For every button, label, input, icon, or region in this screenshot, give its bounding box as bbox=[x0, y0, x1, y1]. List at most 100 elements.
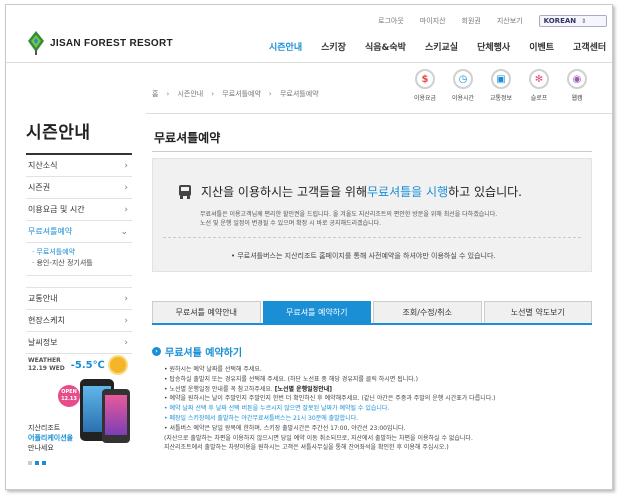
tab-route-map[interactable]: 노선별 약도보기 bbox=[483, 301, 592, 323]
webcam-icon: ◉ bbox=[567, 69, 587, 89]
side-submenu: · 무료셔틀예약 · 용인-지산 정기셔틀 bbox=[26, 243, 132, 276]
side-spacer bbox=[26, 276, 132, 288]
breadcrumb-current: 무료셔틀예약 bbox=[279, 90, 319, 98]
chevron-down-icon: ⇕ bbox=[581, 17, 587, 25]
membership-link[interactable]: 회원권 bbox=[462, 16, 481, 26]
main-nav: 시즌안내 스키장 식음&숙박 스키교실 단체행사 이벤트 고객센터 bbox=[269, 40, 612, 53]
nav-support[interactable]: 고객센터 bbox=[573, 40, 606, 53]
side-item-label: 지산소식 bbox=[28, 161, 58, 170]
notice-text: 무료셔틀은 이용고객님께 편리한 할인권을 드립니다. 올 겨울도 지산리조트의… bbox=[200, 211, 498, 218]
promo-text: 어플리케이션을 bbox=[28, 434, 74, 442]
instruction-list: • 원하시는 예약 날짜를 선택해 주세요. • 탑승하실 출발지 또는 경유지… bbox=[164, 365, 594, 453]
section-title: › 무료셔틀 예약하기 bbox=[152, 344, 242, 359]
pager-dot[interactable] bbox=[35, 461, 39, 465]
chevron-right-icon: › bbox=[124, 337, 128, 348]
side-item-fee-time[interactable]: 이용요금 및 시간 › bbox=[26, 199, 132, 221]
nav-group[interactable]: 단체행사 bbox=[477, 40, 510, 53]
notice-headline-end: 하고 있습니다. bbox=[448, 185, 522, 199]
quick-menu: $ 이용요금 ◷ 이용시간 ▣ 교통정보 ✻ 슬로프 ◉ 웹캠 bbox=[406, 69, 596, 102]
promo-text: 만나세요 bbox=[28, 444, 54, 452]
chevron-right-icon: › bbox=[124, 160, 128, 171]
snowflake-icon: ✻ bbox=[529, 69, 549, 89]
side-item-label: 날씨정보 bbox=[28, 338, 58, 347]
quick-fee[interactable]: $ 이용요금 bbox=[406, 69, 444, 102]
breadcrumb: 홈 › 시즌안내 › 무료셔틀예약 › 무료셔틀예약 bbox=[152, 90, 319, 98]
side-item-season-pass[interactable]: 시즌권 › bbox=[26, 177, 132, 199]
open-badge: OPEN 12.13 bbox=[58, 385, 80, 407]
section-title-text: 무료셔틀 예약하기 bbox=[165, 348, 243, 359]
quick-label: 슬로프 bbox=[530, 95, 548, 102]
won-icon: $ bbox=[415, 69, 435, 89]
my-jisan-link[interactable]: 마이지산 bbox=[420, 16, 446, 26]
side-nav: 지산소식 › 시즌권 › 이용요금 및 시간 › 무료셔틀예약 ⌄ · 무료셔틀예약 ·… bbox=[26, 155, 132, 354]
sub-item-shuttle-reserve[interactable]: · 무료셔틀예약 bbox=[32, 247, 132, 258]
tab-reserve[interactable]: 무료셔틀 예약하기 bbox=[262, 301, 371, 323]
route-schedule-link[interactable]: [노선별 운행일정안내] bbox=[275, 386, 332, 393]
side-item-transport[interactable]: 교통안내 › bbox=[26, 288, 132, 310]
quick-label: 이용요금 bbox=[413, 95, 437, 102]
tab-info[interactable]: 무료셔틀 예약안내 bbox=[152, 301, 261, 323]
side-item-label: 교통안내 bbox=[28, 294, 58, 303]
logo[interactable]: JISAN FOREST RESORT bbox=[26, 30, 173, 56]
promo-text: 지산리조트 bbox=[28, 424, 61, 432]
instruction-item: (지산으로 출발하는 차편을 이용하지 않으시면 당일 예약 이동 취소되므로,… bbox=[164, 434, 473, 442]
instruction-item: • 노선별 운행일정 안내를 꼭 참고하주세요. [노선별 운행일정안내] bbox=[164, 385, 594, 395]
nav-ski-school[interactable]: 스키교실 bbox=[425, 40, 458, 53]
breadcrumb-divider bbox=[146, 113, 612, 114]
breadcrumb-home[interactable]: 홈 bbox=[152, 90, 158, 98]
page-frame: 로그아웃 마이지산 회원권 지산보기 KOREAN ⇕ JISAN FOREST… bbox=[5, 4, 613, 490]
nav-season[interactable]: 시즌안내 bbox=[269, 40, 302, 53]
instruction-item: • 예약을 원하시는 날이 주말인지 주말인지 한번 더 확인하신 후 예약해주… bbox=[164, 395, 496, 403]
sub-item-regular-shuttle[interactable]: · 용인-지산 정기셔틀 bbox=[32, 258, 132, 269]
notice-note: • 무료셔틀버스는 지산리조트 홈페이지를 통해 사전예약을 하셔야만 이용하실… bbox=[231, 252, 496, 260]
breadcrumb-item[interactable]: 시즌안내 bbox=[177, 90, 203, 98]
instruction-item: • 탑승하실 출발지 또는 경유지를 선택해 주세요. (하단 노선표 중 해당… bbox=[164, 375, 419, 383]
chevron-right-icon: › bbox=[124, 204, 128, 215]
nav-dining[interactable]: 식음&숙박 bbox=[365, 40, 406, 53]
side-item-label: 현장스케치 bbox=[28, 316, 65, 325]
page-title: 무료셔틀예약 bbox=[154, 131, 221, 145]
side-item-shuttle[interactable]: 무료셔틀예약 ⌄ bbox=[26, 221, 132, 243]
logo-text: JISAN FOREST RESORT bbox=[50, 37, 173, 49]
side-item-weather[interactable]: 날씨정보 › bbox=[26, 332, 132, 354]
quick-slope[interactable]: ✻ 슬로프 bbox=[520, 69, 558, 102]
nav-event[interactable]: 이벤트 bbox=[529, 40, 554, 53]
side-item-label: 이용요금 및 시간 bbox=[28, 205, 85, 214]
instruction-text: • 노선별 운행일정 안내를 꼭 참고하주세요. bbox=[164, 385, 275, 393]
tree-logo-icon bbox=[28, 31, 44, 55]
quick-time[interactable]: ◷ 이용시간 bbox=[444, 69, 482, 102]
banner-pager bbox=[28, 461, 49, 465]
side-item-sketch[interactable]: 현장스케치 › bbox=[26, 310, 132, 332]
instruction-item: • 폐장일 스키장에서 출발하는 야간무료셔틀버스는 21시 30분에 출발합니… bbox=[164, 414, 359, 422]
notice-divider bbox=[163, 237, 581, 238]
chevron-right-icon: › bbox=[124, 182, 128, 193]
nav-divider bbox=[6, 62, 612, 63]
logout-link[interactable]: 로그아웃 bbox=[378, 16, 404, 26]
side-title: 시즌안내 bbox=[26, 123, 91, 143]
jisan-view-link[interactable]: 지산보기 bbox=[497, 16, 523, 26]
utility-nav: 로그아웃 마이지산 회원권 지산보기 KOREAN ⇕ bbox=[378, 15, 608, 27]
notice-headline-highlight: 무료셔틀을 시행 bbox=[367, 185, 449, 199]
side-item-label: 시즌권 bbox=[28, 183, 51, 192]
pager-dot[interactable] bbox=[28, 461, 32, 465]
side-item-news[interactable]: 지산소식 › bbox=[26, 155, 132, 177]
quick-traffic[interactable]: ▣ 교통정보 bbox=[482, 69, 520, 102]
language-value: KOREAN bbox=[543, 17, 577, 25]
instruction-item: • 예약 날짜 선택 후 날짜 선택 버튼을 누르시지 않으면 잘못된 날짜가 … bbox=[164, 405, 390, 413]
pager-dot[interactable] bbox=[42, 461, 46, 465]
weather-temp: -5.5℃ bbox=[70, 359, 105, 371]
nav-ski[interactable]: 스키장 bbox=[321, 40, 346, 53]
tab-lookup[interactable]: 조회/수정/취소 bbox=[373, 301, 482, 323]
breadcrumb-item[interactable]: 무료셔틀예약 bbox=[222, 90, 261, 98]
bus-icon bbox=[179, 184, 191, 199]
chevron-down-icon: ⌄ bbox=[120, 226, 128, 237]
chevron-right-icon: › bbox=[124, 315, 128, 326]
chevron-right-icon: › bbox=[124, 293, 128, 304]
weather-label: WEATHER bbox=[28, 357, 61, 364]
quick-label: 웹캠 bbox=[571, 95, 583, 102]
notice-headline: 지산을 이용하시는 고객들을 위해 bbox=[201, 185, 368, 199]
app-promo-banner[interactable]: OPEN 12.13 지산리조트 어플리케이션을 만나세요 bbox=[28, 379, 132, 467]
language-select[interactable]: KOREAN ⇕ bbox=[538, 15, 608, 27]
phone-image bbox=[102, 389, 130, 443]
quick-webcam[interactable]: ◉ 웹캠 bbox=[558, 69, 596, 102]
